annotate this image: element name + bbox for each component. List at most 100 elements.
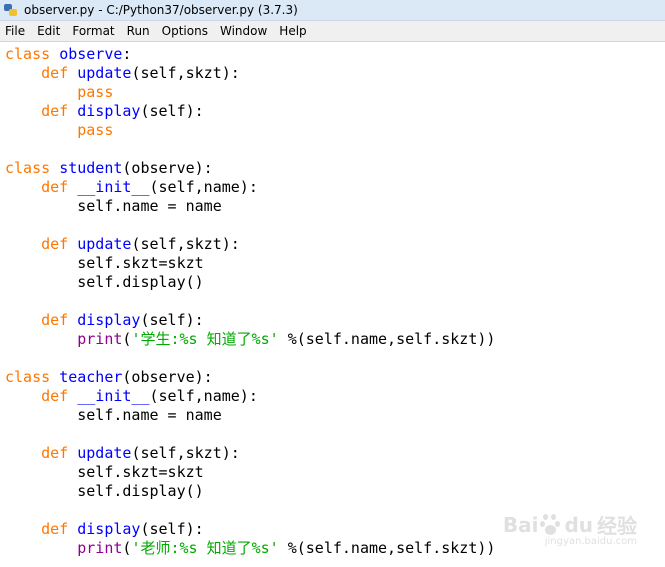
menu-options[interactable]: Options (156, 21, 214, 41)
code-line: print('老师:%s 知道了%s' %(self.name,self.skz… (5, 539, 495, 558)
code-token: (self,skzt): (131, 444, 240, 462)
keyword-token: pass (77, 83, 114, 101)
code-line: pass (5, 83, 495, 102)
menu-run[interactable]: Run (121, 21, 156, 41)
keyword-token: def (41, 102, 69, 120)
code-text[interactable]: class observe: def update(self,skzt): pa… (5, 45, 495, 558)
code-token: (self,name): (149, 178, 258, 196)
code-token: (self): (140, 311, 204, 329)
code-token: (observe): (122, 159, 213, 177)
paw-icon (540, 513, 562, 536)
code-line: pass (5, 121, 495, 140)
definition-token: observe (59, 45, 123, 63)
watermark-brand2: du (564, 512, 593, 537)
definition-token: display (77, 311, 141, 329)
code-token: : (122, 45, 132, 63)
menu-window[interactable]: Window (214, 21, 273, 41)
definition-token: teacher (59, 368, 123, 386)
code-token: (self): (140, 520, 204, 538)
code-token: (self): (140, 102, 204, 120)
code-line: class observe: (5, 45, 495, 64)
code-token: (self,skzt): (131, 235, 240, 253)
code-line: def display(self): (5, 520, 495, 539)
menu-format[interactable]: Format (66, 21, 120, 41)
code-line: def display(self): (5, 311, 495, 330)
menu-edit[interactable]: Edit (31, 21, 66, 41)
string-token: '学生:%s 知道了%s' (131, 330, 279, 348)
definition-token: update (77, 235, 132, 253)
code-token: (observe): (122, 368, 213, 386)
code-line: def __init__(self,name): (5, 387, 495, 406)
keyword-token: pass (77, 121, 114, 139)
code-token: self.skzt=skzt (5, 254, 204, 272)
keyword-token: def (41, 387, 69, 405)
keyword-token: class (5, 45, 51, 63)
definition-token: __init__ (77, 387, 150, 405)
window-title: observer.py - C:/Python37/observer.py (3… (24, 3, 298, 17)
code-line: self.display() (5, 482, 495, 501)
code-line: def update(self,skzt): (5, 64, 495, 83)
code-line: def update(self,skzt): (5, 235, 495, 254)
python-icon (4, 3, 18, 17)
code-line: print('学生:%s 知道了%s' %(self.name,self.skz… (5, 330, 495, 349)
definition-token: update (77, 444, 132, 462)
definition-token: __init__ (77, 178, 150, 196)
title-bar: observer.py - C:/Python37/observer.py (3… (0, 0, 665, 21)
code-token: self.skzt=skzt (5, 463, 204, 481)
watermark-text: 经验 (597, 514, 637, 538)
definition-token: student (59, 159, 123, 177)
code-line: def __init__(self,name): (5, 178, 495, 197)
code-token: self.name = name (5, 197, 222, 215)
code-line: self.skzt=skzt (5, 254, 495, 273)
keyword-token: def (41, 444, 69, 462)
menu-help[interactable]: Help (273, 21, 312, 41)
code-token: self.display() (5, 273, 204, 291)
code-token: (self,name): (149, 387, 258, 405)
keyword-token: def (41, 520, 69, 538)
definition-token: display (77, 102, 141, 120)
builtin-token: print (77, 539, 123, 557)
string-token: '老师:%s 知道了%s' (131, 539, 279, 557)
code-line: self.name = name (5, 406, 495, 425)
keyword-token: def (41, 311, 69, 329)
code-line: self.display() (5, 273, 495, 292)
code-line: class student(observe): (5, 159, 495, 178)
code-line: self.name = name (5, 197, 495, 216)
menu-file[interactable]: File (0, 21, 31, 41)
code-token: self.name = name (5, 406, 222, 424)
baidu-watermark: Bai du 经验 jingyan.baidu.com (502, 510, 637, 548)
keyword-token: def (41, 235, 69, 253)
keyword-token: def (41, 64, 69, 82)
code-editor[interactable]: class observe: def update(self,skzt): pa… (0, 42, 665, 567)
code-line: def update(self,skzt): (5, 444, 495, 463)
definition-token: display (77, 520, 141, 538)
keyword-token: class (5, 368, 51, 386)
code-line: def display(self): (5, 102, 495, 121)
watermark-brand: Bai (502, 512, 539, 537)
